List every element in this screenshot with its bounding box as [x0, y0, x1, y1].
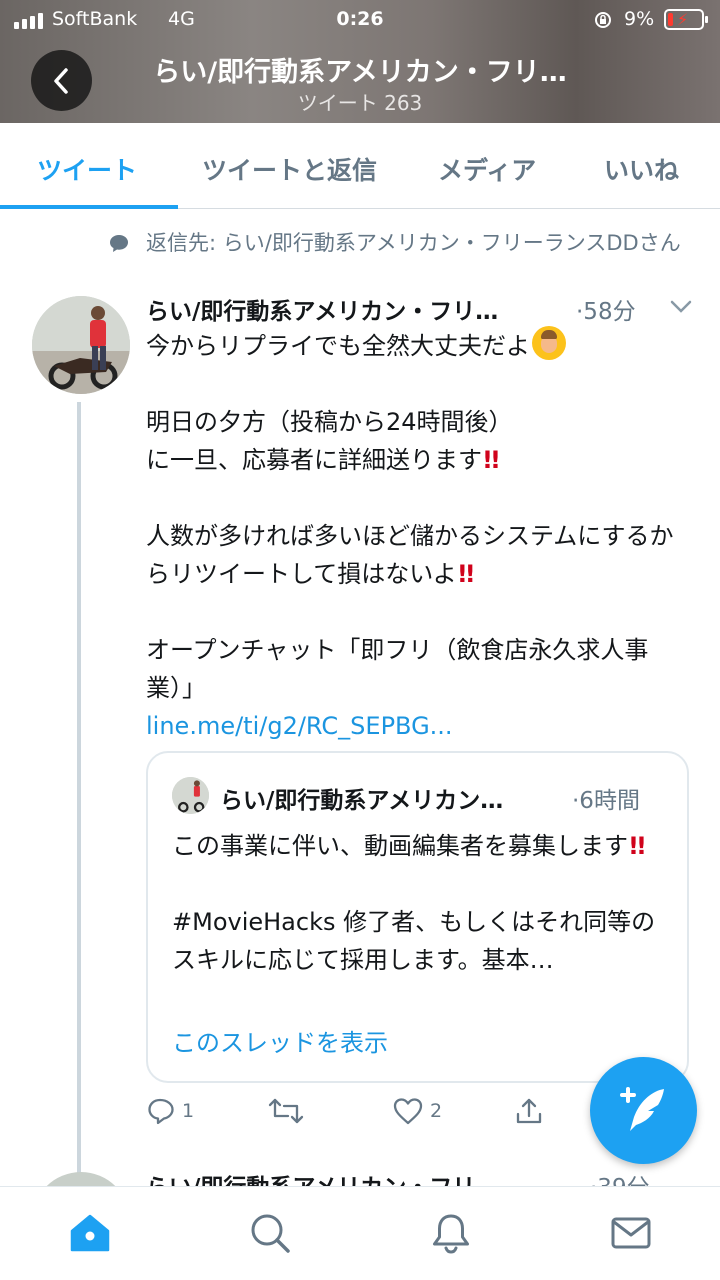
- quoted-text-line: #MovieHacks 修了者、もしくはそれ同等のスキルに応じて採用します。基本…: [172, 908, 656, 974]
- person-emoji-icon: [532, 326, 566, 360]
- retweet-icon: [268, 1098, 304, 1124]
- like-icon: [393, 1098, 423, 1125]
- avatar[interactable]: [32, 296, 130, 394]
- compose-tweet-icon: [620, 1087, 664, 1131]
- tab-likes[interactable]: いいね: [604, 151, 679, 187]
- active-tab-indicator: [0, 205, 178, 209]
- profile-tabs: ツイート ツイートと返信 メディア いいね: [0, 123, 720, 209]
- bottom-navigation: [0, 1186, 720, 1280]
- search-icon: [251, 1214, 290, 1253]
- tweet-author-name[interactable]: らい/即行動系アメリカン・フリ…: [146, 292, 498, 326]
- profile-name-title: らい/即行動系アメリカン・フリ…: [153, 57, 567, 88]
- status-bar: SoftBank 4G 0:26 9% ⚡: [0, 0, 720, 40]
- tweet-text-line: 今からリプライでも全然大丈夫だよ: [146, 332, 530, 360]
- tweet-text: 今からリプライでも全然大丈夫だよ 明日の夕方（投稿から24時間後） に一旦、応募…: [146, 326, 696, 745]
- nav-home[interactable]: [68, 1211, 112, 1255]
- quoted-avatar: [172, 777, 209, 814]
- tab-tweets[interactable]: ツイート: [37, 151, 137, 187]
- like-count: 2: [430, 1100, 443, 1122]
- reply-icon: [148, 1098, 174, 1125]
- orientation-lock-icon: [595, 12, 611, 28]
- retweet-button[interactable]: [268, 1096, 304, 1126]
- quoted-timestamp: ·6時間: [572, 788, 640, 814]
- tweet-link[interactable]: line.me/ti/g2/RC_SEPBG...: [146, 712, 453, 740]
- chevron-down-icon[interactable]: [670, 300, 692, 314]
- nav-messages[interactable]: [609, 1211, 653, 1255]
- tweet-text-line: 明日の夕方（投稿から24時間後）: [146, 408, 513, 436]
- tweet-timestamp: ·58分: [576, 299, 636, 325]
- notifications-icon: [433, 1214, 469, 1254]
- quoted-author-name: らい/即行動系アメリカン…: [220, 788, 504, 814]
- reply-context[interactable]: 返信先: らい/即行動系アメリカン・フリーランスDDさん: [146, 228, 686, 259]
- double-exclamation-icon: !!: [482, 446, 501, 474]
- show-thread-link[interactable]: このスレッドを表示: [172, 1023, 388, 1058]
- battery-percent: 9%: [624, 8, 655, 30]
- tweet-text-line: 人数が多ければ多いほど儲かるシステムにするからリツイートして損はないよ: [146, 522, 674, 588]
- reply-context-icon: [110, 235, 128, 252]
- quoted-text: この事業に伴い、動画編集者を募集します!! #MovieHacks 修了者、もし…: [172, 827, 672, 979]
- reply-count: 1: [182, 1100, 195, 1122]
- quoted-text-line: この事業に伴い、動画編集者を募集します: [172, 832, 628, 860]
- tweet-actions: 1 2: [146, 1096, 596, 1136]
- double-exclamation-icon: !!: [628, 832, 647, 860]
- quoted-tweet-card[interactable]: らい/即行動系アメリカン… ·6時間 この事業に伴い、動画編集者を募集します!!…: [146, 751, 689, 1083]
- double-exclamation-icon: !!: [456, 560, 476, 588]
- tweet-text-line: に一旦、応募者に詳細送ります: [146, 446, 482, 474]
- profile-header: SoftBank 4G 0:26 9% ⚡ らい/即行動系アメリカン・フリ… ツ…: [0, 0, 720, 123]
- nav-search[interactable]: [248, 1211, 292, 1255]
- tweet-count: ツイート 263: [297, 91, 423, 115]
- share-button[interactable]: [514, 1096, 544, 1126]
- nav-notifications[interactable]: [429, 1211, 473, 1255]
- reply-button[interactable]: 1: [146, 1096, 194, 1126]
- like-button[interactable]: 2: [392, 1096, 442, 1126]
- tweet-text-line: オープンチャット「即フリ（飲食店永久求人事業）」: [146, 636, 649, 702]
- status-time: 0:26: [336, 8, 384, 30]
- tab-media[interactable]: メディア: [438, 151, 536, 187]
- tab-tweets-replies[interactable]: ツイートと返信: [202, 151, 377, 187]
- thread-line: [77, 402, 81, 1180]
- tweet-header: らい/即行動系アメリカン・フリ… ·58分: [146, 292, 692, 326]
- messages-icon: [611, 1217, 651, 1249]
- share-icon: [516, 1098, 542, 1124]
- home-icon: [70, 1214, 110, 1252]
- compose-tweet-button[interactable]: [590, 1057, 697, 1164]
- battery-icon: ⚡: [664, 9, 708, 30]
